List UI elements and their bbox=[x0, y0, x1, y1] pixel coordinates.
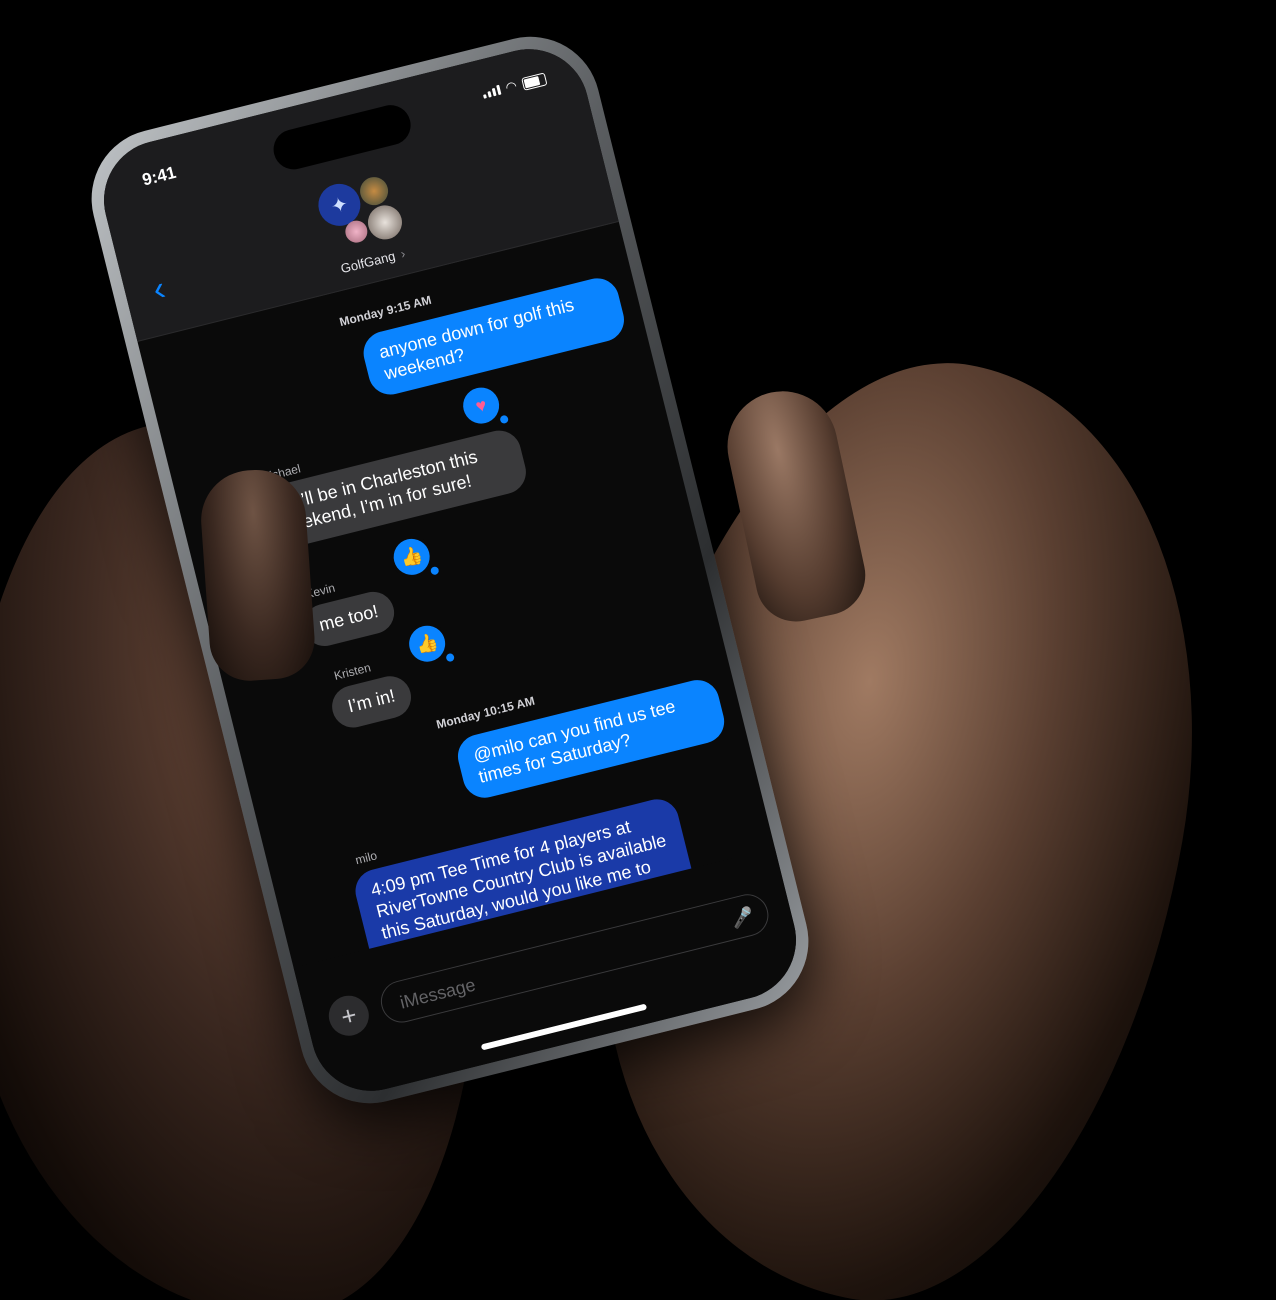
dynamic-island bbox=[269, 100, 415, 174]
sender-name: milo bbox=[353, 848, 379, 868]
avatar bbox=[364, 201, 406, 244]
plus-button[interactable]: + bbox=[324, 991, 374, 1040]
thumbs-up-reaction-icon[interactable]: 👍 bbox=[389, 535, 434, 579]
wifi-icon: ◠ bbox=[503, 77, 519, 95]
chevron-right-icon: › bbox=[398, 245, 407, 262]
status-time: 9:41 bbox=[140, 162, 178, 190]
message-outgoing[interactable]: anyone down for golf this weekend? bbox=[358, 273, 629, 400]
avatar bbox=[357, 174, 392, 209]
left-thumb bbox=[197, 466, 318, 684]
group-avatars[interactable]: ✦ bbox=[313, 170, 409, 257]
signal-icon bbox=[481, 84, 502, 99]
status-icons: ◠ bbox=[481, 70, 548, 101]
heart-reaction-icon[interactable]: ♥ bbox=[459, 383, 503, 428]
microphone-icon[interactable]: 🎤 bbox=[727, 894, 759, 940]
back-button[interactable]: ‹ bbox=[149, 269, 169, 309]
scene: 9:41 ◠ ‹ ✦ GolfGang › Monday 9:15 AM any… bbox=[0, 0, 1276, 1300]
sender-name: Kristen bbox=[332, 660, 373, 683]
message-input-placeholder: iMessage bbox=[397, 974, 478, 1013]
battery-icon bbox=[521, 71, 548, 91]
message-outgoing[interactable]: @milo can you find us tee times for Satu… bbox=[453, 675, 729, 803]
thumbs-up-reaction-icon[interactable]: 👍 bbox=[405, 621, 449, 666]
